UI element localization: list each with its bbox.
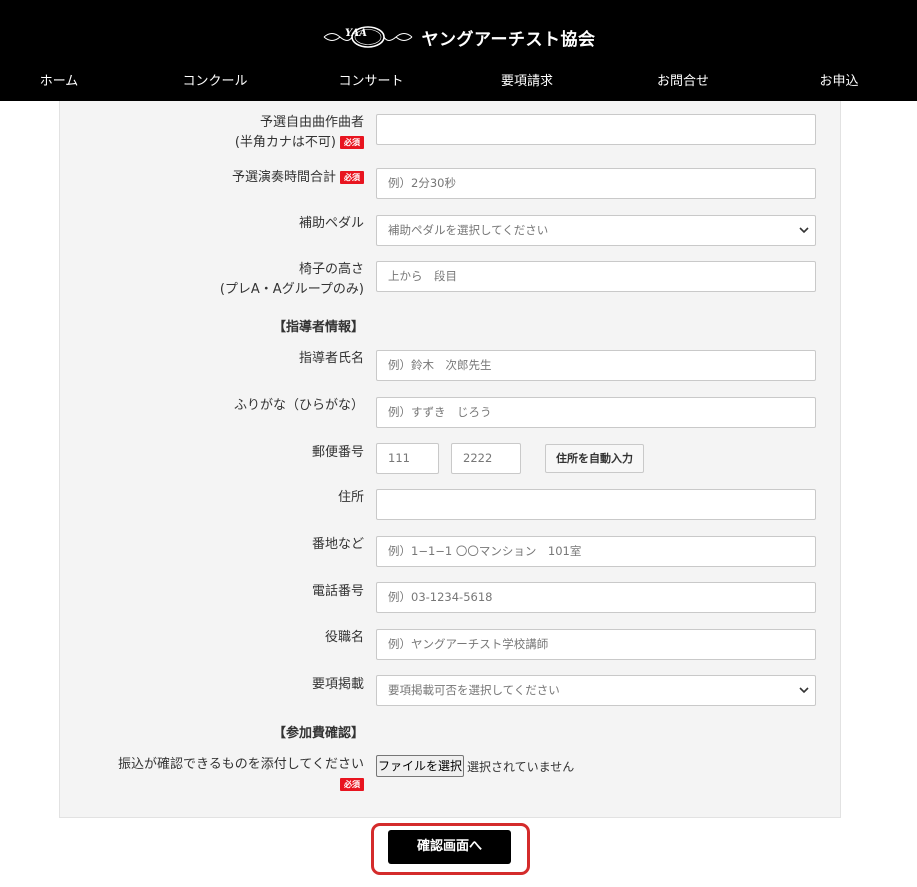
chair-label-line2: (プレA・Aグループのみ)	[219, 282, 364, 297]
nav-guideline-request[interactable]: 要項請求	[501, 70, 553, 89]
position-label: 役職名	[324, 630, 364, 645]
teacher-section-heading: 【指導者情報】	[272, 320, 364, 335]
composer-label-line2: (半角カナは不可)	[234, 135, 336, 150]
logo-mark-text: YAA	[344, 28, 368, 39]
site-logo[interactable]: YAA ヤングアーチスト協会	[0, 22, 917, 52]
nav-home[interactable]: ホーム	[40, 70, 79, 89]
composer-input[interactable]	[376, 114, 816, 145]
composer-label: 予選自由曲作曲者 (半角カナは不可) 必須	[235, 113, 364, 153]
composer-label-line1: 予選自由曲作曲者	[259, 115, 364, 130]
required-badge: 必須	[340, 136, 364, 149]
nav-concours[interactable]: コンクール	[182, 70, 247, 89]
form-panel	[59, 101, 841, 818]
site-header: YAA ヤングアーチスト協会 ホーム コンクール コンサート 要項請求 お問合せ…	[0, 0, 917, 101]
listing-label: 要項掲載	[311, 677, 364, 692]
fee-section-heading: 【参加費確認】	[272, 726, 364, 741]
postal-code-first-input[interactable]: 111	[376, 443, 439, 474]
address-autofill-button[interactable]: 住所を自動入力	[545, 444, 644, 473]
required-badge: 必須	[340, 778, 364, 791]
position-input[interactable]: 例）ヤングアーチスト学校講師	[376, 629, 816, 660]
pedal-select-value: 補助ペダルを選択してください	[388, 223, 549, 237]
file-status: 選択されていません	[467, 760, 575, 774]
teacher-name-label: 指導者氏名	[298, 351, 364, 366]
street-input[interactable]: 例）1−1−1 〇〇マンション 101室	[376, 536, 816, 567]
nav-contact[interactable]: お問合せ	[657, 70, 709, 89]
chair-label: 椅子の高さ (プレA・Aグループのみ)	[220, 260, 364, 300]
chair-input[interactable]: 上から 段目	[376, 261, 816, 292]
duration-label-text: 予選演奏時間合計	[231, 170, 336, 185]
duration-label: 予選演奏時間合計 必須	[232, 168, 364, 188]
nav-apply[interactable]: お申込	[819, 70, 858, 89]
postal-label: 郵便番号	[311, 445, 364, 460]
phone-label: 電話番号	[311, 584, 364, 599]
main-nav: ホーム コンクール コンサート 要項請求 お問合せ お申込	[0, 70, 917, 89]
file-select-button[interactable]: ファイルを選択	[376, 755, 464, 777]
teacher-name-input[interactable]: 例）鈴木 次郎先生	[376, 350, 816, 381]
address-input[interactable]	[376, 489, 816, 520]
chair-label-line1: 椅子の高さ	[298, 262, 364, 277]
duration-input[interactable]: 例）2分30秒	[376, 168, 816, 199]
address-label: 住所	[337, 490, 364, 505]
postal-code-second-input[interactable]: 2222	[451, 443, 521, 474]
chevron-down-icon	[799, 227, 809, 234]
listing-select[interactable]: 要項掲載可否を選択してください	[376, 675, 816, 706]
required-badge: 必須	[340, 171, 364, 184]
nav-concert[interactable]: コンサート	[338, 70, 403, 89]
teacher-kana-input[interactable]: 例）すずき じろう	[376, 397, 816, 428]
listing-select-value: 要項掲載可否を選択してください	[388, 683, 560, 697]
site-title: ヤングアーチスト協会	[421, 29, 596, 50]
chevron-down-icon	[799, 687, 809, 694]
pedal-select[interactable]: 補助ペダルを選択してください	[376, 215, 816, 246]
phone-input[interactable]: 例）03-1234-5618	[376, 582, 816, 613]
pedal-label: 補助ペダル	[298, 216, 364, 231]
confirm-button[interactable]: 確認画面へ	[388, 830, 511, 864]
transfer-label-text: 振込が確認できるものを添付してください	[118, 757, 364, 772]
teacher-kana-label: ふりがな（ひらがな）	[233, 398, 364, 413]
transfer-label: 振込が確認できるものを添付してください 必須	[118, 755, 364, 795]
street-label: 番地など	[311, 537, 364, 552]
